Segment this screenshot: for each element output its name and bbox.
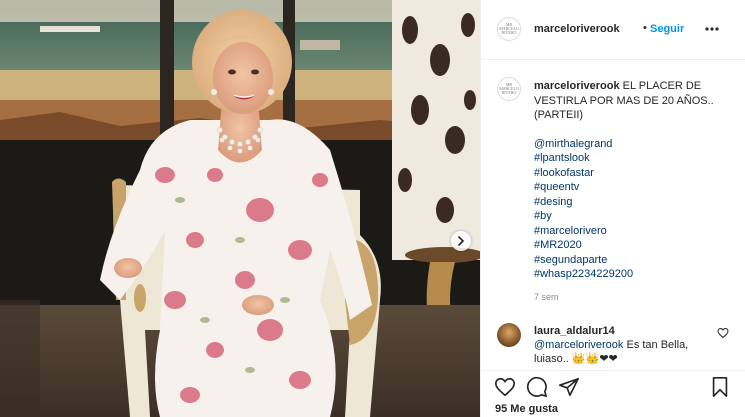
- author-avatar[interactable]: MR MARCELO RIVERO: [497, 17, 521, 41]
- caption-avatar[interactable]: MR MARCELO RIVERO: [497, 77, 521, 101]
- photo-scene: [0, 0, 480, 417]
- hashtag-link[interactable]: #queentv: [534, 180, 734, 195]
- avatar-logo-text: MR MARCELO RIVERO: [499, 22, 519, 35]
- post-side-panel: MR MARCELO RIVERO marceloriverook • Segu…: [480, 0, 745, 417]
- hashtag-link[interactable]: #lpantslook: [534, 151, 734, 166]
- commenter-username[interactable]: laura_aldalur14: [534, 325, 615, 337]
- heart-icon[interactable]: [494, 376, 516, 398]
- hashtag-link[interactable]: @mirthalegrand: [534, 137, 734, 152]
- follow-button[interactable]: Seguir: [650, 23, 684, 35]
- hashtag-link[interactable]: #by: [534, 209, 734, 224]
- hashtag-link[interactable]: #MR2020: [534, 238, 734, 253]
- comment-text: laura_aldalur14 @marceloriverook Es tan …: [534, 324, 704, 366]
- caption-body: marceloriverook EL PLACER DE VESTIRLA PO…: [534, 79, 734, 282]
- hashtag-link[interactable]: #whasp2234229200: [534, 267, 734, 282]
- caption-username[interactable]: marceloriverook: [534, 80, 620, 92]
- action-bar: [481, 370, 745, 400]
- hashtag-link[interactable]: #lookofastar: [534, 166, 734, 181]
- post-header: MR MARCELO RIVERO marceloriverook • Segu…: [481, 0, 745, 60]
- chevron-right-icon: [458, 236, 465, 246]
- post-caption: MR MARCELO RIVERO marceloriverook EL PLA…: [481, 60, 745, 318]
- likes-count[interactable]: 95 Me gusta: [495, 403, 558, 415]
- comment-like-heart-icon[interactable]: [717, 327, 729, 339]
- caption-avatar-logo-text: MR MARCELO RIVERO: [499, 82, 519, 95]
- more-options-icon[interactable]: [704, 23, 720, 35]
- post-age[interactable]: 7 sem: [534, 292, 559, 302]
- bookmark-icon[interactable]: [709, 376, 731, 398]
- hashtag-link[interactable]: #segundaparte: [534, 253, 734, 268]
- send-icon[interactable]: [558, 376, 580, 398]
- caption-hashtags: @mirthalegrand #lpantslook #lookofastar …: [534, 137, 734, 282]
- comment-item: laura_aldalur14 @marceloriverook Es tan …: [481, 318, 745, 370]
- header-separator: •: [643, 22, 647, 34]
- hashtag-link[interactable]: #marcelorivero: [534, 224, 734, 239]
- next-photo-button[interactable]: [451, 231, 471, 251]
- author-username[interactable]: marceloriverook: [534, 23, 620, 35]
- comment-emojis: 👑👑❤❤: [571, 353, 618, 365]
- commenter-avatar[interactable]: [497, 323, 521, 347]
- post-photo[interactable]: [0, 0, 480, 417]
- instagram-post: MR MARCELO RIVERO marceloriverook • Segu…: [0, 0, 745, 417]
- comment-icon[interactable]: [526, 376, 548, 398]
- hashtag-link[interactable]: #desing: [534, 195, 734, 210]
- comment-mention[interactable]: @marceloriverook: [534, 339, 623, 351]
